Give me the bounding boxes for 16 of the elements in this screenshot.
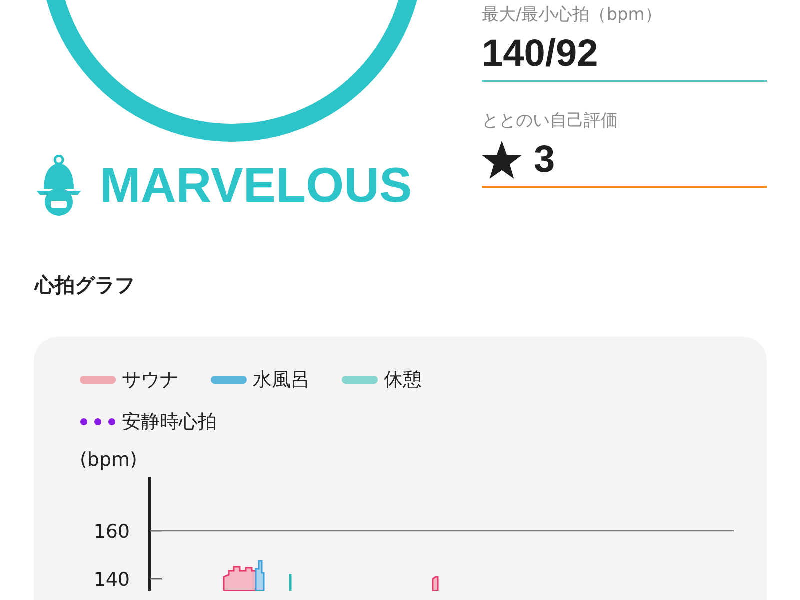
stat-label: 最大/最小心拍（bpm）	[482, 4, 663, 27]
legend-label: サウナ	[122, 368, 179, 393]
legend-label: 休憩	[384, 368, 422, 393]
bell-face-icon	[36, 155, 82, 217]
axis-unit: (bpm)	[80, 449, 138, 471]
section-title: 心拍グラフ	[35, 272, 136, 299]
legend-label: 安静時心拍	[122, 410, 217, 435]
stat-value: 3	[534, 138, 556, 182]
stat-label: ととのい自己評価	[482, 110, 619, 133]
rank-title: MARVELOUS	[100, 158, 412, 214]
stat-value: 140/92	[482, 32, 598, 76]
tick-label: 140	[94, 569, 130, 591]
tick-label: 160	[94, 521, 130, 543]
legend-label: 水風呂	[253, 368, 310, 393]
dotted-line-icon	[80, 418, 116, 426]
star-icon	[482, 141, 522, 179]
